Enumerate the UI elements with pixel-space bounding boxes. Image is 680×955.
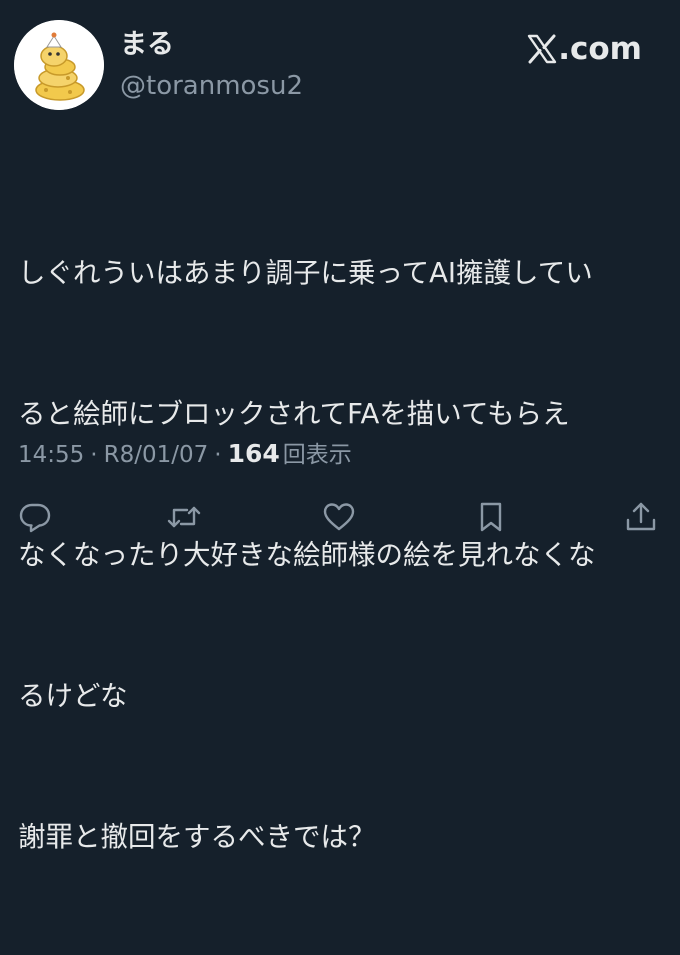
meta-separator: · xyxy=(214,442,222,468)
tweet-text: しぐれういはあまり調子に乗ってAI擁護してい ると絵師にブロックされてFAを描い… xyxy=(18,156,668,955)
reply-button[interactable] xyxy=(18,500,52,534)
avatar[interactable] xyxy=(14,20,104,110)
retweet-icon xyxy=(167,506,201,528)
snake-avatar-icon xyxy=(14,20,104,110)
tweet-card: まる @toranmosu2 .com しぐれういはあまり調子に乗ってAI擁護し… xyxy=(0,0,680,853)
tweet-line: ると絵師にブロックされてFAを描いてもらえ xyxy=(18,398,570,430)
views-label: 回表示 xyxy=(282,442,352,468)
heart-icon xyxy=(323,503,355,531)
share-button[interactable] xyxy=(624,500,658,534)
action-bar xyxy=(0,500,680,540)
bookmark-icon xyxy=(480,502,502,532)
brand-logo: .com xyxy=(527,31,642,67)
tweet-time[interactable]: 14:55 xyxy=(18,439,84,471)
like-button[interactable] xyxy=(322,500,356,534)
user-handle[interactable]: @toranmosu2 xyxy=(120,70,303,102)
x-logo-icon xyxy=(527,34,557,64)
display-name[interactable]: まる xyxy=(120,28,174,62)
views-count: 164 xyxy=(227,439,280,468)
retweet-button[interactable] xyxy=(167,500,201,534)
tweet-line: しぐれういはあまり調子に乗ってAI擁護してい xyxy=(18,257,593,289)
logo-text: .com xyxy=(558,31,642,67)
reply-icon xyxy=(19,503,51,533)
bookmark-button[interactable] xyxy=(474,500,508,534)
tweet-date[interactable]: R8/01/07 xyxy=(104,439,209,471)
tweet-meta: 14:55 · R8/01/07 · 164 回表示 xyxy=(18,438,352,471)
tweet-line: るけどな xyxy=(18,680,128,712)
share-icon xyxy=(626,502,656,531)
meta-separator: · xyxy=(90,442,98,468)
tweet-line: 謝罪と撤回をするべきでは？ xyxy=(18,821,376,853)
